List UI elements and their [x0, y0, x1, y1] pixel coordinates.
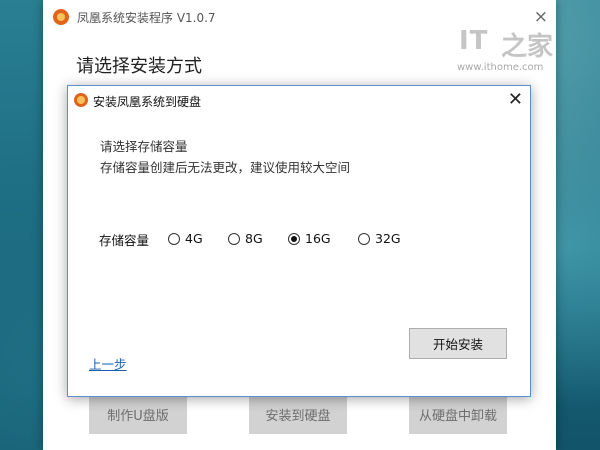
- radio-label: 16G: [305, 231, 331, 246]
- dialog-close-button[interactable]: ✕: [508, 89, 523, 110]
- capacity-label: 存储容量: [99, 233, 150, 248]
- radio-label: 4G: [185, 231, 203, 246]
- uninstall-hdd-button[interactable]: 从硬盘中卸载: [409, 394, 507, 434]
- start-install-button[interactable]: 开始安装: [409, 328, 507, 359]
- dialog-title: 安装凤凰系统到硬盘: [93, 95, 202, 109]
- back-link[interactable]: 上一步: [89, 354, 127, 373]
- dialog-prompt: 请选择存储容量: [100, 139, 188, 154]
- radio-circle[interactable]: [288, 232, 300, 245]
- capacity-radio-4g[interactable]: 4G: [168, 231, 203, 246]
- dialog-hint: 存储容量创建后无法更改，建议使用较大空间: [100, 160, 351, 175]
- radio-label: 8G: [245, 231, 263, 246]
- install-to-disk-dialog: 安装凤凰系统到硬盘 ✕ 请选择存储容量 存储容量创建后无法更改，建议使用较大空间…: [67, 85, 531, 397]
- radio-circle[interactable]: [228, 232, 240, 245]
- ithome-watermark: IT 之家 www.ithome.com: [457, 26, 553, 76]
- capacity-radio-8g[interactable]: 8G: [228, 231, 263, 246]
- phoenix-app-icon: [53, 9, 69, 25]
- main-heading: 请选择安装方式: [76, 56, 202, 77]
- capacity-radio-32g[interactable]: 32G: [358, 231, 401, 246]
- install-hdd-button[interactable]: 安装到硬盘: [249, 394, 347, 434]
- main-close-button[interactable]: ×: [534, 7, 548, 27]
- watermark-brand-cn: 之家: [501, 32, 554, 62]
- radio-label: 32G: [375, 231, 401, 246]
- watermark-brand: IT: [459, 26, 489, 56]
- main-window-title: 凤凰系统安装程序 V1.0.7: [77, 11, 216, 25]
- radio-circle[interactable]: [358, 232, 370, 245]
- dialog-app-icon: [74, 93, 88, 107]
- radio-circle[interactable]: [168, 232, 180, 245]
- watermark-url: www.ithome.com: [457, 62, 544, 73]
- capacity-radio-16g[interactable]: 16G: [288, 231, 331, 246]
- make-usb-button[interactable]: 制作U盘版: [89, 394, 187, 434]
